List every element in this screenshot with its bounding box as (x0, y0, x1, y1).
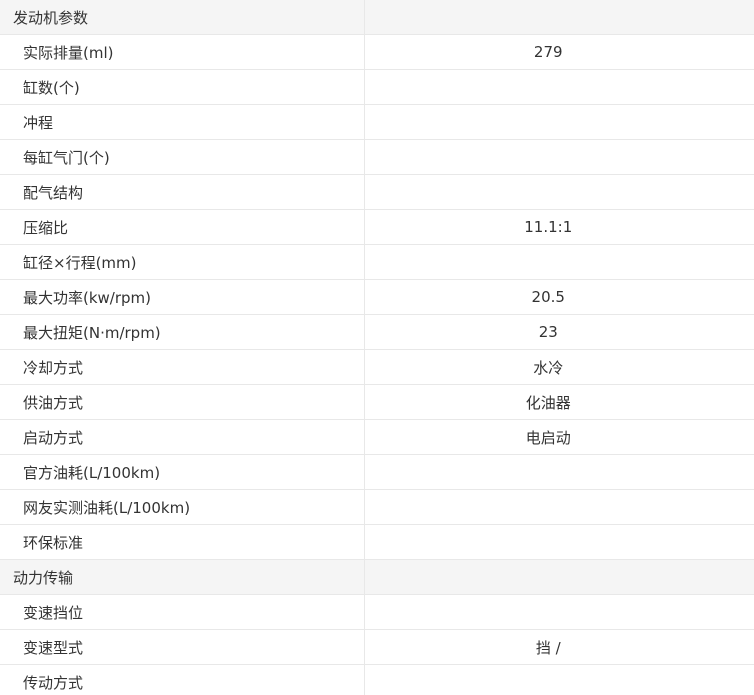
spec-value (364, 489, 754, 525)
spec-label: 缸数(个) (0, 69, 365, 105)
spec-label: 供油方式 (0, 384, 365, 420)
spec-value: 挡 / (364, 629, 754, 665)
spec-value: 水冷 (364, 349, 754, 385)
spec-row: 冲程 (0, 104, 754, 140)
spec-row: 每缸气门(个) (0, 139, 754, 175)
section-title: 发动机参数 (0, 0, 365, 35)
spec-row: 环保标准 (0, 524, 754, 560)
spec-row: 变速挡位 (0, 594, 754, 630)
spec-value (364, 139, 754, 175)
spec-label: 环保标准 (0, 524, 365, 560)
spec-label: 官方油耗(L/100km) (0, 454, 365, 490)
spec-label: 最大功率(kw/rpm) (0, 279, 365, 315)
spec-value: 电启动 (364, 419, 754, 455)
spec-row: 冷却方式 水冷 (0, 349, 754, 385)
spec-value: 20.5 (364, 279, 754, 315)
spec-value (364, 104, 754, 140)
spec-label: 传动方式 (0, 664, 365, 695)
spec-label: 最大扭矩(N·m/rpm) (0, 314, 365, 350)
spec-table: 发动机参数 实际排量(ml) 279 缸数(个) 冲程 每缸气门(个) 配气结构… (0, 0, 754, 695)
spec-value: 11.1:1 (364, 209, 754, 245)
spec-value (364, 594, 754, 630)
section-header-engine: 发动机参数 (0, 0, 754, 35)
spec-value: 23 (364, 314, 754, 350)
spec-row: 变速型式 挡 / (0, 629, 754, 665)
spec-row: 供油方式 化油器 (0, 384, 754, 420)
spec-label: 变速挡位 (0, 594, 365, 630)
spec-row: 配气结构 (0, 174, 754, 210)
spec-label: 实际排量(ml) (0, 34, 365, 70)
section-header-blank (364, 0, 754, 35)
spec-row: 官方油耗(L/100km) (0, 454, 754, 490)
spec-label: 压缩比 (0, 209, 365, 245)
spec-value: 279 (364, 34, 754, 70)
spec-value (364, 69, 754, 105)
spec-value (364, 454, 754, 490)
spec-label: 冲程 (0, 104, 365, 140)
spec-value: 化油器 (364, 384, 754, 420)
spec-value (364, 524, 754, 560)
spec-label: 网友实测油耗(L/100km) (0, 489, 365, 525)
spec-label: 每缸气门(个) (0, 139, 365, 175)
spec-row: 最大功率(kw/rpm) 20.5 (0, 279, 754, 315)
spec-label: 变速型式 (0, 629, 365, 665)
spec-label: 启动方式 (0, 419, 365, 455)
section-header-transmission: 动力传输 (0, 559, 754, 595)
section-header-blank (364, 559, 754, 595)
spec-label: 配气结构 (0, 174, 365, 210)
spec-row: 最大扭矩(N·m/rpm) 23 (0, 314, 754, 350)
spec-label: 缸径×行程(mm) (0, 244, 365, 280)
section-title: 动力传输 (0, 559, 365, 595)
spec-value (364, 244, 754, 280)
spec-table-body: 发动机参数 实际排量(ml) 279 缸数(个) 冲程 每缸气门(个) 配气结构… (0, 0, 754, 695)
spec-row: 启动方式 电启动 (0, 419, 754, 455)
spec-row: 网友实测油耗(L/100km) (0, 489, 754, 525)
spec-row: 缸径×行程(mm) (0, 244, 754, 280)
spec-label: 冷却方式 (0, 349, 365, 385)
spec-row: 缸数(个) (0, 69, 754, 105)
spec-value (364, 665, 754, 695)
spec-row: 传动方式 (0, 664, 754, 695)
spec-value (364, 174, 754, 210)
spec-row: 压缩比 11.1:1 (0, 209, 754, 245)
spec-row: 实际排量(ml) 279 (0, 34, 754, 70)
